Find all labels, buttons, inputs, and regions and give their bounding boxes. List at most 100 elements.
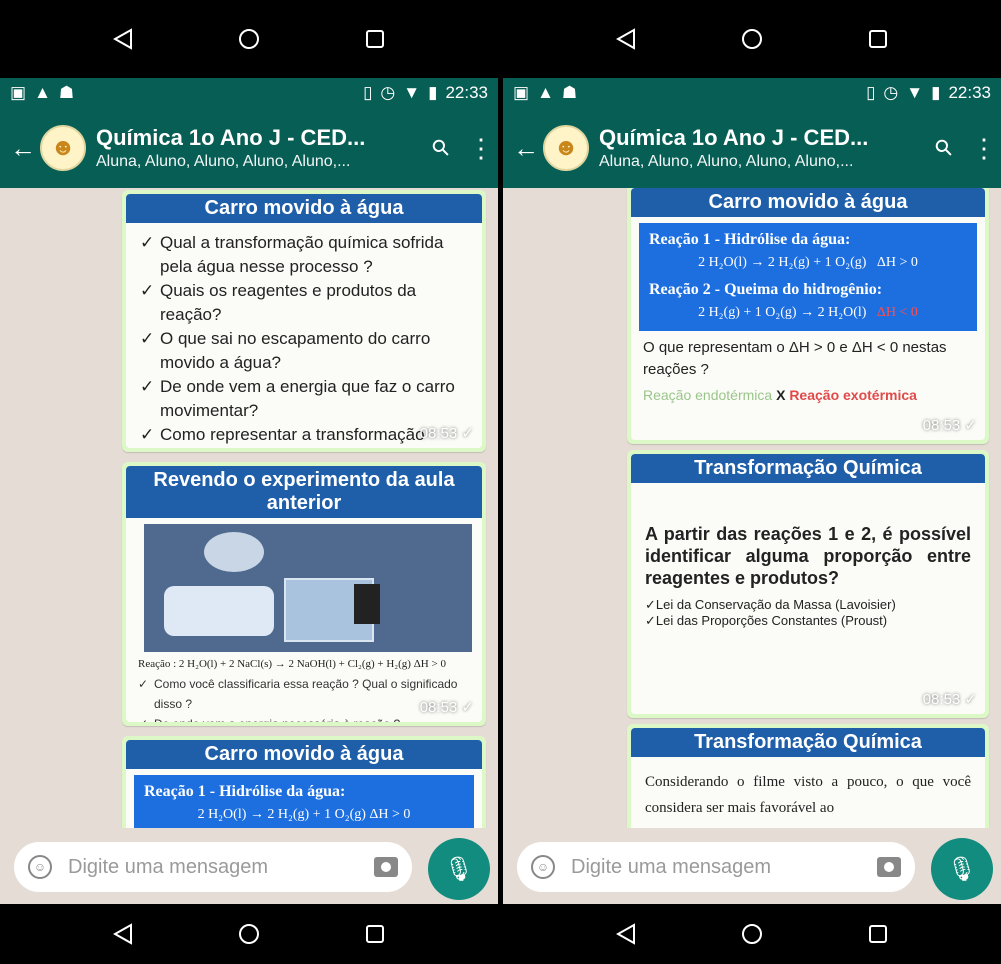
reaction-heading: Reação 1 - Hidrólise da água: [144,783,346,800]
chat-participants: Aluna, Aluno, Aluno, Aluno, Aluno,... [599,153,854,170]
reaction-heading: Reação 1 - Hidrólise da água: [649,231,851,248]
status-time: 22:33 [445,83,488,102]
image-message[interactable]: Revendo o experimento da aula anterior R… [122,462,486,726]
mic-icon[interactable]: 🎙 [428,838,490,900]
nav-bar-top [503,0,1001,78]
image-icon: ▣ [513,83,530,102]
law-item: ✓Lei da Conservação da Massa (Lavoisier) [645,597,896,612]
camera-icon[interactable] [374,857,398,877]
paperclip-icon[interactable]: ⚲ [924,128,964,168]
message-time: 08:53 ✓ [419,425,474,442]
slide-bullets: Qual a transformação química sofrida pel… [126,223,482,448]
home-nav-icon[interactable] [238,923,260,945]
input-placeholder: Digite uma mensagem [68,855,269,878]
image-message[interactable]: Transformação Química Considerando o fil… [627,724,989,828]
chat-title: Química 1o Ano J - CED... [96,125,366,150]
status-bar: ▣ ▲ ☗ ▯ ◷ ▼ ▮ 22:33 [503,78,1001,108]
chat-header: ← ☻ Química 1o Ano J - CED... Aluna, Alu… [0,108,498,188]
back-arrow-icon[interactable]: ← [513,133,539,164]
message-time: 08:53 ✓ [922,691,977,708]
image-message[interactable]: Transformação Química A partir das reaçõ… [627,450,989,718]
wifi-icon: ▼ [403,83,421,102]
emoji-icon[interactable]: ☺ [531,855,555,879]
chat-area: Carro movido à água Qual a transformação… [0,188,498,828]
slide-text: Considerando o filme visto a pouco, o qu… [645,774,971,816]
vibrate-icon: ▯ [866,83,876,102]
alarm-icon: ◷ [380,83,396,102]
recents-nav-icon[interactable] [364,28,386,50]
reaction-equation: 2 H₂O(l) → 2 H₂(g) + 1 O₂(g) ΔH > 0 [197,807,411,822]
reaction-heading: Reação 2 - Queima do hidrogênio: [649,281,883,298]
warning-icon: ▲ [537,83,554,102]
slide-question: A partir das reações 1 e 2, é possível i… [645,524,971,588]
image-message[interactable]: Carro movido à água Reação 1 - Hidrólise… [122,736,486,828]
back-nav-icon[interactable] [615,28,637,50]
slide-title: Transformação Química [631,728,985,757]
reaction-equation: 2 H₂(g) + 1 O₂(g) → 2 H₂O(l) [698,305,867,320]
input-placeholder: Digite uma mensagem [571,855,772,878]
reaction-equation: Reação : 2 H₂O(l) + 2 NaCl(s) → 2 NaOH(l… [138,658,446,670]
slide-title: Transformação Química [631,454,985,483]
home-nav-icon[interactable] [238,28,260,50]
slide-bullet: Qual a transformação química sofrida pel… [140,231,470,279]
home-nav-icon[interactable] [741,28,763,50]
activity-icon: ☗ [561,83,578,102]
message-input[interactable]: ☺ Digite uma mensagem [517,842,915,892]
paperclip-icon[interactable]: ⚲ [421,128,461,168]
phone-screen-right: ▣ ▲ ☗ ▯ ◷ ▼ ▮ 22:33 ← ☻ Química 1o Ano J - CED… [503,0,1001,964]
chat-title: Química 1o Ano J - CED... [599,125,869,150]
enthalpy-label: ΔH > 0 [876,255,918,270]
back-nav-icon[interactable] [615,923,637,945]
chat-area: Carro movido à água Reação 1 - Hidrólise… [503,188,1001,828]
slide-question: O que representam o ΔH > 0 e ΔH < 0 nest… [643,339,947,378]
back-arrow-icon[interactable]: ← [10,133,36,164]
law-item: ✓Lei das Proporções Constantes (Proust) [645,613,888,628]
back-nav-icon[interactable] [112,28,134,50]
more-vert-icon[interactable]: ⋮ [468,133,494,164]
activity-icon: ☗ [58,83,75,102]
battery-icon: ▮ [931,83,941,102]
slide-title: Revendo o experimento da aula anterior [126,466,482,518]
image-message[interactable]: Carro movido à água Qual a transformação… [122,190,486,452]
home-nav-icon[interactable] [741,923,763,945]
chat-header: ← ☻ Química 1o Ano J - CED... Aluna, Alu… [503,108,1001,188]
chat-title-block[interactable]: Química 1o Ano J - CED... Aluna, Aluno, … [96,125,426,171]
message-time: 08:53 ✓ [419,699,474,716]
input-bar: ☺ Digite uma mensagem 🎙 [0,828,498,904]
camera-icon[interactable] [877,857,901,877]
mic-icon[interactable]: 🎙 [931,838,993,900]
group-avatar[interactable]: ☻ [40,125,86,171]
recents-nav-icon[interactable] [867,923,889,945]
nav-bar-bottom [0,904,498,964]
slide-bullet: O que sai no escapamento do carro movido… [140,327,470,375]
slide-bullet: De onde vem a energia que faz o carro mo… [140,375,470,423]
enthalpy-label: ΔH < 0 [876,305,918,320]
chat-title-block[interactable]: Química 1o Ano J - CED... Aluna, Aluno, … [599,125,929,171]
slide-title: Carro movido à água [631,188,985,217]
vibrate-icon: ▯ [363,83,373,102]
message-input[interactable]: ☺ Digite uma mensagem [14,842,412,892]
phone-screen-left: ▣ ▲ ☗ ▯ ◷ ▼ ▮ 22:33 ← ☻ Química 1o Ano J - CED… [0,0,498,964]
status-time: 22:33 [948,83,991,102]
warning-icon: ▲ [34,83,51,102]
slide-title: Carro movido à água [126,740,482,769]
slide-title: Carro movido à água [126,194,482,223]
wifi-icon: ▼ [906,83,924,102]
reaction-equation: 2 H₂O(l) → 2 H₂(g) + 1 O₂(g) [698,255,867,270]
back-nav-icon[interactable] [112,923,134,945]
image-icon: ▣ [10,83,27,102]
slide-answer: Reação endotérmica X Reação exotérmica [643,387,917,403]
alarm-icon: ◷ [883,83,899,102]
status-bar: ▣ ▲ ☗ ▯ ◷ ▼ ▮ 22:33 [0,78,498,108]
chat-participants: Aluna, Aluno, Aluno, Aluno, Aluno,... [96,153,351,170]
experiment-photo [144,524,472,652]
input-bar: ☺ Digite uma mensagem 🎙 [503,828,1001,904]
recents-nav-icon[interactable] [364,923,386,945]
slide-bullet: Quais os reagentes e produtos da reação? [140,279,470,327]
message-time: 08:53 ✓ [922,417,977,434]
recents-nav-icon[interactable] [867,28,889,50]
group-avatar[interactable]: ☻ [543,125,589,171]
more-vert-icon[interactable]: ⋮ [971,133,997,164]
emoji-icon[interactable]: ☺ [28,855,52,879]
image-message[interactable]: Carro movido à água Reação 1 - Hidrólise… [627,188,989,444]
